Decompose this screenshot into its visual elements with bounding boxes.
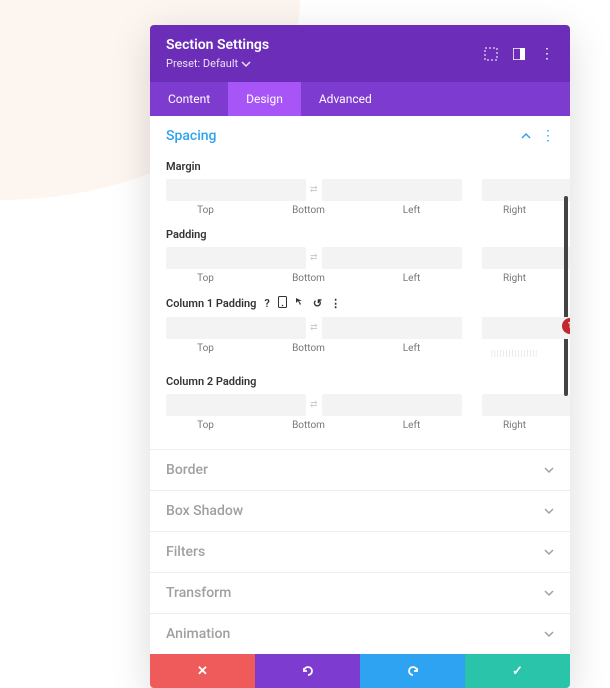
tab-design[interactable]: Design (228, 82, 301, 116)
padding-group: Padding ⇄ ⇄ Top Bottom Left (150, 224, 570, 292)
col1-right-slider[interactable]: |||||||||||||||| (475, 343, 554, 363)
chevron-down-icon (544, 547, 554, 557)
col1-top-input[interactable] (166, 317, 306, 339)
redo-button[interactable] (360, 654, 465, 688)
chevron-up-icon[interactable] (521, 131, 531, 141)
col1-left-input[interactable] (482, 317, 570, 339)
label-left: Left (372, 205, 451, 216)
panel-body: Spacing ⋮ Margin ⇄ ⇄ (150, 116, 570, 654)
padding-bottom-input[interactable] (322, 247, 462, 269)
chevron-down-icon (544, 506, 554, 516)
margin-label: Margin (166, 160, 554, 173)
col2-padding-label: Column 2 Padding (166, 375, 554, 388)
label-right: Right (475, 205, 554, 216)
tab-content[interactable]: Content (150, 82, 228, 116)
tab-advanced[interactable]: Advanced (301, 82, 390, 116)
border-section[interactable]: Border (150, 449, 570, 490)
hover-icon[interactable] (295, 297, 305, 310)
more-icon[interactable]: ⋮ (540, 47, 554, 61)
margin-bottom-input[interactable] (322, 179, 462, 201)
spacing-title: Spacing (166, 128, 217, 144)
margin-top-input[interactable] (166, 179, 306, 201)
filters-section[interactable]: Filters (150, 531, 570, 572)
section-more-icon[interactable]: ⋮ (541, 128, 554, 144)
chevron-down-icon (544, 465, 554, 475)
expand-icon[interactable] (484, 47, 498, 61)
cancel-button[interactable]: ✕ (150, 654, 255, 688)
col2-left-input[interactable] (482, 394, 570, 416)
spacing-header[interactable]: Spacing ⋮ (150, 116, 570, 156)
padding-label: Padding (166, 228, 554, 241)
link-icon[interactable]: ⇄ (310, 185, 318, 195)
padding-top-input[interactable] (166, 247, 306, 269)
preset-selector[interactable]: Preset: Default (166, 57, 269, 70)
padding-left-input[interactable] (482, 247, 570, 269)
margin-group: Margin ⇄ ⇄ Top Bottom Left (150, 156, 570, 224)
transform-section[interactable]: Transform (150, 572, 570, 613)
chevron-down-icon (241, 59, 251, 69)
settings-panel: Section Settings Preset: Default ⋮ Conte… (150, 25, 570, 688)
panel-title: Section Settings (166, 37, 269, 53)
col2-top-input[interactable] (166, 394, 306, 416)
phone-icon[interactable] (278, 296, 287, 311)
col2-padding-group: Column 2 Padding ⇄ ⇄ Top Bottom (150, 371, 570, 439)
label-top: Top (166, 205, 245, 216)
link-icon[interactable]: ⇄ (310, 323, 318, 333)
help-icon[interactable]: ? (264, 297, 269, 310)
link-icon[interactable]: ⇄ (310, 400, 318, 410)
panel-header: Section Settings Preset: Default ⋮ (150, 25, 570, 82)
col2-bottom-input[interactable] (322, 394, 462, 416)
panel-footer: ✕ ✓ (150, 654, 570, 688)
link-icon[interactable]: ⇄ (310, 253, 318, 263)
undo-button[interactable] (255, 654, 360, 688)
col1-padding-label: Column 1 Padding (166, 297, 256, 310)
label-bottom: Bottom (269, 205, 348, 216)
animation-section[interactable]: Animation (150, 613, 570, 654)
col1-bottom-input[interactable] (322, 317, 462, 339)
save-button[interactable]: ✓ (465, 654, 570, 688)
margin-left-input[interactable] (482, 179, 570, 201)
field-more-icon[interactable]: ⋮ (330, 297, 341, 310)
box-shadow-section[interactable]: Box Shadow (150, 490, 570, 531)
reset-icon[interactable]: ↺ (313, 297, 322, 310)
chevron-down-icon (544, 629, 554, 639)
tabs: Content Design Advanced (150, 82, 570, 116)
chevron-down-icon (544, 588, 554, 598)
snap-icon[interactable] (512, 47, 526, 61)
col1-padding-group: Column 1 Padding ? ↺ ⋮ ⇄ (150, 292, 570, 371)
